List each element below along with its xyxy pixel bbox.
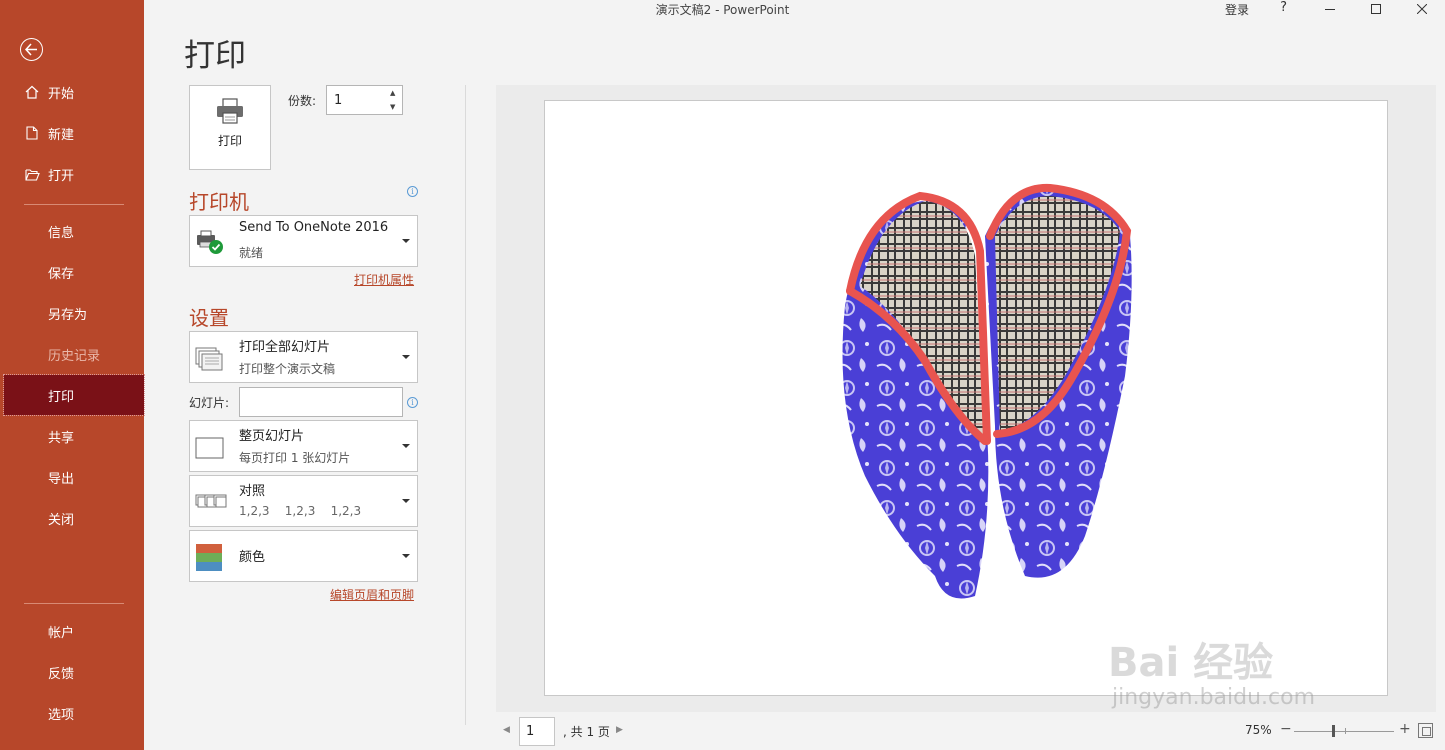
sidebar-item-share[interactable]: 共享: [0, 416, 144, 456]
sidebar-item-label: 打开: [48, 168, 75, 184]
sidebar-item-account[interactable]: 帐户: [0, 611, 144, 651]
chevron-down-icon: [402, 355, 410, 359]
edit-header-footer-link[interactable]: 编辑页眉和页脚: [330, 586, 414, 603]
zoom-slider-thumb[interactable]: [1332, 725, 1335, 737]
sidebar-item-save[interactable]: 保存: [0, 252, 144, 292]
login-button[interactable]: 登录: [1225, 1, 1249, 18]
window-title: 演示文稿2 - PowerPoint: [655, 3, 790, 17]
panel-divider: [465, 85, 466, 725]
shoe-image: [842, 183, 1132, 599]
sidebar-item-home[interactable]: 开始: [0, 72, 144, 112]
chevron-down-icon: [402, 499, 410, 503]
title-bar: 演示文稿2 - PowerPoint 登录 ?: [144, 0, 1445, 18]
layout-main: 整页幻灯片: [239, 429, 305, 444]
sidebar-divider: [24, 603, 124, 604]
printer-dropdown[interactable]: Send To OneNote 2016 就绪: [189, 215, 418, 267]
open-folder-icon: [24, 166, 40, 182]
copies-label: 份数:: [288, 94, 317, 108]
page-title: 打印: [184, 38, 246, 74]
sidebar-item-label: 历史记录: [48, 348, 101, 364]
close-icon[interactable]: [1399, 0, 1445, 18]
sidebar-item-label: 开始: [48, 86, 75, 102]
sidebar-item-print[interactable]: 打印: [3, 374, 145, 416]
copies-stepper[interactable]: 1 ▲ ▼: [326, 85, 403, 115]
sidebar-item-label: 打印: [48, 389, 75, 405]
sidebar-item-label: 新建: [48, 127, 75, 143]
zoom-out-icon[interactable]: −: [1280, 721, 1292, 737]
sidebar-item-info[interactable]: 信息: [0, 211, 144, 251]
settings-section-title: 设置: [189, 306, 229, 330]
stepper-down-icon[interactable]: ▼: [390, 103, 398, 111]
home-icon: [24, 84, 40, 100]
page-number-input[interactable]: 1: [519, 717, 555, 746]
slides-label: 幻灯片:: [189, 396, 230, 410]
prev-page-icon[interactable]: ◀: [503, 725, 510, 735]
color-main: 颜色: [239, 550, 266, 565]
sidebar-item-open[interactable]: 打开: [0, 154, 144, 194]
layout-dropdown[interactable]: 整页幻灯片 每页打印 1 张幻灯片: [189, 420, 418, 472]
chevron-down-icon: [402, 554, 410, 558]
info-icon[interactable]: i: [407, 186, 418, 197]
copies-value: 1: [334, 93, 343, 108]
sidebar-item-label: 帐户: [48, 625, 75, 641]
print-range-sub: 打印整个演示文稿: [239, 362, 336, 376]
sidebar-divider: [24, 204, 124, 205]
print-range-dropdown[interactable]: 打印全部幻灯片 打印整个演示文稿: [189, 331, 418, 383]
printer-section-title: 打印机: [189, 190, 249, 214]
help-button[interactable]: ?: [1280, 0, 1287, 15]
color-swatch-icon: [195, 544, 225, 571]
back-arrow-icon[interactable]: [20, 38, 43, 61]
collate-main: 对照: [239, 484, 266, 499]
maximize-icon[interactable]: [1353, 0, 1399, 18]
sidebar-item-new[interactable]: 新建: [0, 113, 144, 153]
printer-name: Send To OneNote 2016: [239, 220, 389, 235]
sidebar-item-label: 信息: [48, 225, 75, 241]
info-icon[interactable]: i: [407, 397, 418, 408]
sidebar-item-feedback[interactable]: 反馈: [0, 652, 144, 692]
sidebar-item-options[interactable]: 选项: [0, 693, 144, 733]
next-page-icon[interactable]: ▶: [616, 725, 623, 735]
slides-stack-icon: [195, 345, 225, 371]
sidebar-item-history: 历史记录: [0, 334, 144, 374]
sidebar-item-label: 选项: [48, 707, 75, 723]
page-total: , 共 1 页: [563, 725, 610, 739]
collate-icon: [195, 489, 227, 515]
sidebar-item-close[interactable]: 关闭: [0, 498, 144, 538]
printer-properties-link[interactable]: 打印机属性: [354, 271, 414, 288]
slides-input[interactable]: [239, 387, 403, 417]
color-dropdown[interactable]: 颜色: [189, 530, 418, 582]
sidebar-item-label: 共享: [48, 430, 75, 446]
zoom-in-icon[interactable]: +: [1399, 721, 1411, 737]
printer-icon: [215, 98, 245, 128]
sidebar-item-label: 反馈: [48, 666, 75, 682]
printer-status: 就绪: [239, 246, 264, 260]
full-page-slide-icon: [195, 434, 225, 460]
backstage-sidebar: 开始 新建 打开 信息 保存 另存为 历史记录 打印 共享 导出 关闭 帐户 反…: [0, 0, 145, 750]
sidebar-item-label: 保存: [48, 266, 75, 282]
sidebar-item-save-as[interactable]: 另存为: [0, 293, 144, 333]
printer-ready-icon: [195, 229, 225, 255]
print-range-main: 打印全部幻灯片: [239, 340, 331, 355]
stepper-up-icon[interactable]: ▲: [390, 89, 398, 97]
sidebar-item-export[interactable]: 导出: [0, 457, 144, 497]
preview-page: [544, 100, 1388, 696]
zoom-level: 75%: [1245, 723, 1272, 737]
new-doc-icon: [24, 125, 40, 141]
print-button[interactable]: 打印: [189, 85, 271, 170]
zoom-to-page-icon[interactable]: [1418, 723, 1433, 738]
sidebar-item-label: 关闭: [48, 512, 75, 528]
collate-dropdown[interactable]: 对照 1,2,3 1,2,3 1,2,3: [189, 475, 418, 527]
chevron-down-icon: [402, 239, 410, 243]
sidebar-item-label: 导出: [48, 471, 75, 487]
minimize-icon[interactable]: [1307, 0, 1353, 18]
layout-sub: 每页打印 1 张幻灯片: [239, 451, 351, 465]
collate-sub: 1,2,3 1,2,3 1,2,3: [239, 504, 362, 518]
print-button-label: 打印: [217, 134, 242, 148]
zoom-slider-tick: [1345, 728, 1346, 734]
zoom-slider[interactable]: [1294, 731, 1394, 732]
chevron-down-icon: [402, 444, 410, 448]
sidebar-item-label: 另存为: [48, 307, 88, 323]
